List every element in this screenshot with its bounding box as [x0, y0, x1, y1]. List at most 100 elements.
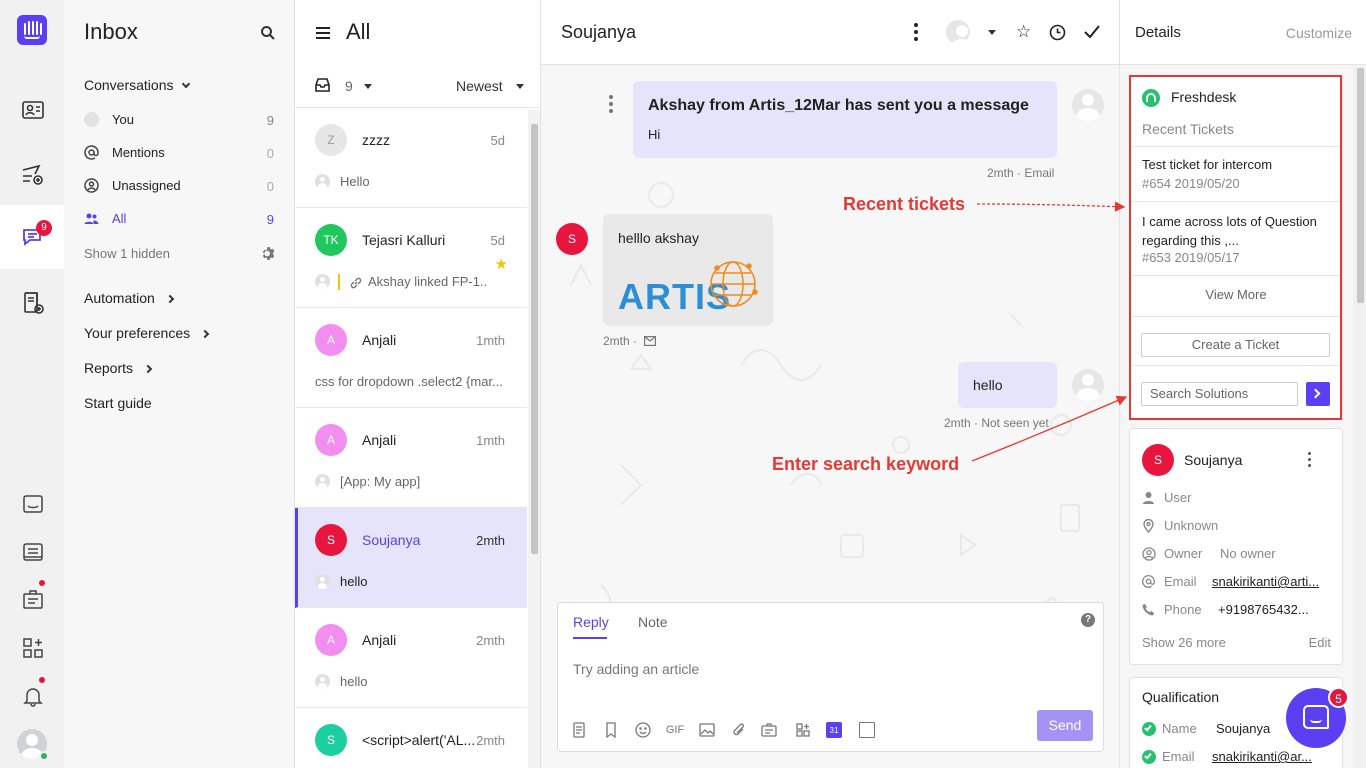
conversation-time: 5d	[490, 133, 505, 148]
chevron-right-icon	[143, 364, 153, 374]
list-title: All	[346, 19, 371, 44]
conversation-preview: hello	[340, 574, 368, 589]
bookmark-icon[interactable]	[602, 721, 620, 739]
checkbox-app-icon[interactable]	[859, 722, 875, 738]
calendar-icon[interactable]: 31	[826, 722, 842, 738]
composer-input[interactable]: Try adding an article	[573, 661, 1073, 677]
conversation-item[interactable]: A Anjali 1mth [App: My app]	[295, 408, 527, 508]
send-button[interactable]: Send	[1037, 710, 1093, 741]
artis-globe-graphic	[710, 261, 758, 307]
nav-count-mentions: 0	[266, 146, 274, 161]
check-circle-icon	[1142, 722, 1156, 736]
reply-composer: Reply Note ? Try adding an article GIF 3…	[557, 602, 1104, 752]
edit-link[interactable]: Edit	[1309, 635, 1331, 650]
conversation-item[interactable]: A Anjali 1mth css for dropdown .select2 …	[295, 308, 527, 408]
app-store-icon[interactable]	[20, 635, 46, 661]
attachment-icon[interactable]	[730, 721, 748, 739]
owner-value[interactable]: No owner	[1220, 546, 1276, 561]
nav-section-reports[interactable]: Reports	[84, 360, 153, 376]
nav-item-unassigned[interactable]: Unassigned	[112, 178, 181, 193]
nav-section-automation[interactable]: Automation	[84, 290, 174, 306]
owner-label: Owner	[1164, 546, 1203, 561]
snooze-clock-icon[interactable]	[1049, 24, 1066, 41]
inbox-title: Inbox	[84, 19, 138, 44]
image-icon[interactable]	[698, 721, 716, 739]
automation-label: Automation	[84, 290, 155, 306]
qual-name-label: Name	[1162, 721, 1197, 736]
conversation-name: Anjali	[362, 332, 397, 348]
qual-email-label: Email	[1162, 749, 1195, 764]
sort-select[interactable]: Newest	[456, 78, 503, 94]
list-count[interactable]: 9	[345, 78, 353, 94]
customize-link[interactable]: Customize	[1286, 25, 1352, 41]
contact-name[interactable]: Soujanya	[1184, 452, 1242, 468]
nav-section-preferences[interactable]: Your preferences	[84, 325, 210, 341]
user-icon	[1143, 492, 1154, 504]
operator-icon[interactable]	[20, 587, 46, 613]
articles-icon[interactable]	[20, 290, 46, 316]
outbound-icon[interactable]	[20, 162, 46, 188]
avatar: Z	[315, 124, 347, 156]
notifications-icon[interactable]	[20, 683, 46, 709]
search-icon[interactable]	[260, 25, 276, 41]
qual-email-value[interactable]: snakirikanti@ar...	[1212, 749, 1312, 764]
admin-avatar	[1072, 89, 1104, 121]
caret-down-icon[interactable]	[988, 30, 996, 35]
email-value[interactable]: snakirikanti@arti...	[1212, 574, 1319, 589]
nav-section-start-guide[interactable]: Start guide	[84, 395, 152, 411]
close-conversation-check-icon[interactable]	[1084, 25, 1100, 39]
conversation-list: All 9 Newest Z zzzz 5d Hello TK Tejasri …	[294, 0, 541, 768]
tab-reply[interactable]: Reply	[573, 614, 609, 630]
chevron-right-icon	[165, 294, 174, 304]
avatar: A	[315, 624, 347, 656]
qual-name-value[interactable]: Soujanya	[1216, 721, 1270, 736]
apps-icon[interactable]	[794, 721, 812, 739]
intercom-logo-icon[interactable]	[17, 15, 47, 45]
contacts-icon[interactable]	[20, 97, 46, 123]
gif-icon[interactable]: GIF	[664, 721, 686, 739]
more-vertical-icon[interactable]	[914, 23, 918, 43]
show-hidden-link[interactable]: Show 1 hidden	[84, 246, 170, 261]
contact-card: S Soujanya User Unknown Owner No owner E…	[1129, 428, 1343, 665]
nav-count-you: 9	[266, 113, 274, 128]
list-scrollbar-thumb[interactable]	[531, 124, 538, 554]
star-outline-icon[interactable]: ☆	[1016, 22, 1031, 42]
show-more-link[interactable]: Show 26 more	[1142, 635, 1226, 650]
operator-icon[interactable]	[760, 721, 778, 739]
nav-item-mentions[interactable]: Mentions	[112, 145, 165, 160]
inbox-nav: Inbox Conversations You 9 Mentions 0 Una…	[64, 0, 294, 768]
nav-item-all[interactable]: All	[112, 211, 126, 226]
phone-value[interactable]: +9198765432...	[1218, 602, 1309, 617]
details-scrollbar-thumb[interactable]	[1357, 68, 1364, 303]
gear-icon[interactable]	[261, 246, 276, 261]
tab-note[interactable]: Note	[638, 614, 668, 630]
preview-avatar	[315, 674, 330, 689]
contact-more-icon[interactable]	[1308, 452, 1312, 468]
avatar: S	[315, 724, 347, 756]
caret-down-icon[interactable]	[364, 84, 372, 89]
conversations-header[interactable]: Conversations	[84, 77, 191, 93]
conversation-item[interactable]: A Anjali 2mth hello	[295, 608, 527, 708]
mention-icon	[84, 145, 99, 160]
platform-icon[interactable]	[20, 539, 46, 565]
conversation-item[interactable]: S <script>alert('AL... 2mth	[295, 708, 527, 768]
conversation-item-selected[interactable]: S Soujanya 2mth hello	[295, 508, 527, 608]
admin-avatar	[1072, 369, 1104, 401]
article-icon[interactable]	[570, 721, 588, 739]
message-options-icon[interactable]	[609, 95, 613, 115]
avatar: S	[315, 524, 347, 556]
emoji-icon[interactable]	[634, 721, 652, 739]
preview-avatar	[315, 274, 330, 289]
conversation-time: 2mth	[476, 633, 505, 648]
help-icon[interactable]: ?	[1081, 613, 1095, 627]
caret-down-icon[interactable]	[516, 84, 524, 89]
team-icon	[84, 213, 99, 224]
conversation-time: 1mth	[476, 333, 505, 348]
messages-icon[interactable]	[20, 491, 46, 517]
assignee-avatar[interactable]	[946, 20, 970, 44]
menu-icon[interactable]	[315, 25, 331, 41]
nav-item-you[interactable]: You	[112, 112, 134, 127]
message-body: Hi	[648, 127, 661, 142]
conversation-item[interactable]: TK Tejasri Kalluri 5d ★ Akshay linked FP…	[295, 208, 527, 308]
conversation-item[interactable]: Z zzzz 5d Hello	[295, 108, 527, 208]
